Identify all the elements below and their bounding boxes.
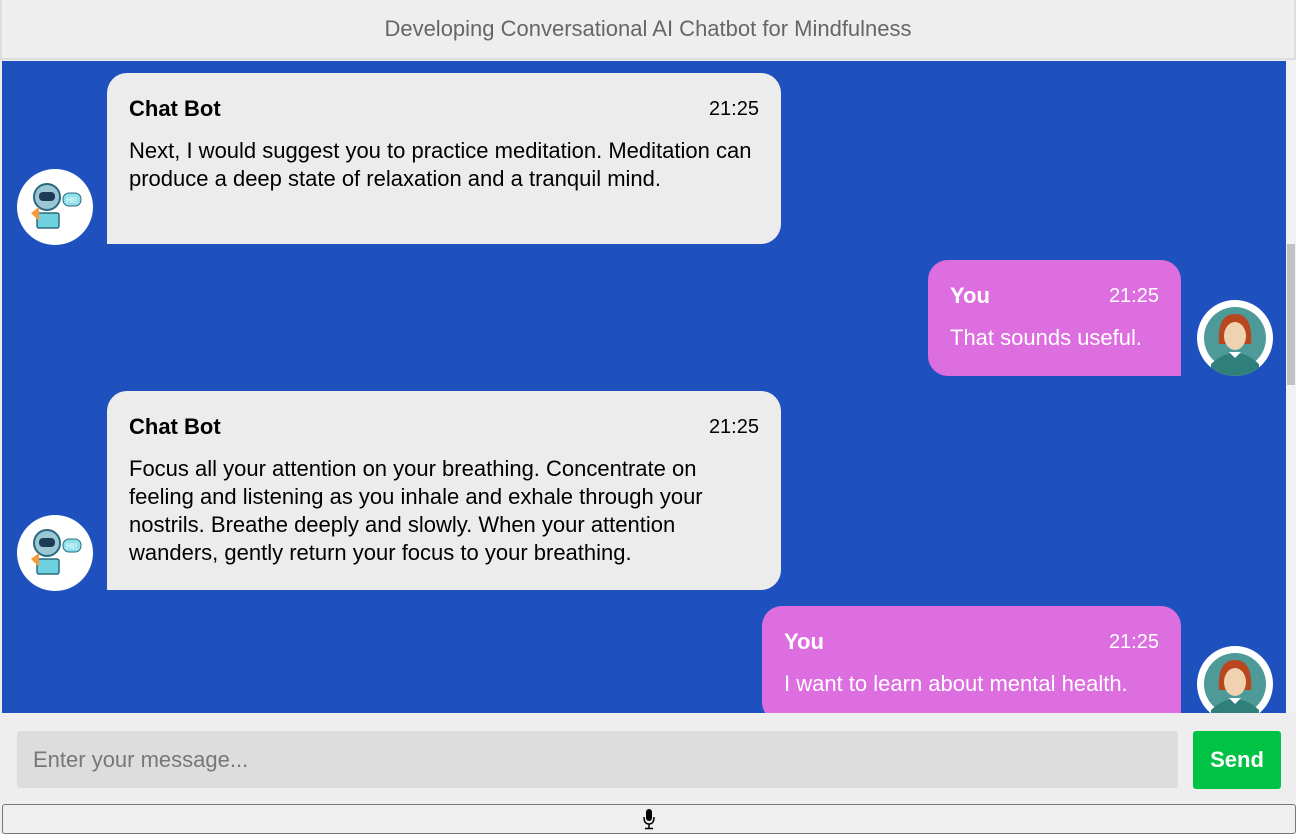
microphone-button[interactable]	[2, 804, 1296, 834]
bot-message: Chat Bot 21:25 Next, I would suggest you …	[107, 73, 781, 244]
robot-icon: HI!	[31, 529, 82, 575]
user-message: You 21:25 I want to learn about mental he…	[762, 606, 1181, 713]
svg-text:HI!: HI!	[66, 542, 78, 551]
message-time: 21:25	[708, 416, 759, 438]
chat-scrollbar[interactable]	[1286, 61, 1296, 713]
scrollbar-thumb[interactable]	[1287, 244, 1295, 385]
message-text: That sounds useful.	[950, 325, 1143, 350]
robot-icon: HI!	[31, 183, 82, 229]
app-header: Developing Conversational AI Chatbot for…	[0, 0, 1296, 60]
user-message: You 21:25 That sounds useful.	[928, 260, 1181, 376]
bot-avatar: HI!	[17, 169, 93, 245]
sender-name: You	[784, 629, 824, 654]
sender-name: You	[950, 283, 990, 308]
user-avatar	[1197, 300, 1273, 376]
user-avatar	[1197, 646, 1273, 713]
message-input[interactable]	[17, 731, 1178, 788]
bot-message: Chat Bot 21:25 Focus all your attention o…	[107, 391, 781, 590]
woman-icon	[1204, 307, 1266, 376]
message-text: I want to learn about mental health.	[784, 671, 1128, 696]
message-time: 21:25	[1108, 285, 1159, 307]
composer: Send	[0, 713, 1296, 834]
microphone-icon	[643, 809, 655, 830]
sender-name: Chat Bot	[129, 96, 221, 121]
message-text: Focus all your attention on your breathi…	[129, 456, 703, 565]
svg-text:HI!: HI!	[66, 196, 78, 205]
send-button[interactable]: Send	[1193, 731, 1281, 789]
bot-avatar: HI!	[17, 515, 93, 591]
woman-icon	[1204, 653, 1266, 713]
message-text: Next, I would suggest you to practice me…	[129, 138, 752, 191]
message-time: 21:25	[1108, 631, 1159, 653]
chat-area: HI! Chat Bot 21:25 Next, I would suggest …	[2, 61, 1286, 713]
sender-name: Chat Bot	[129, 414, 221, 439]
page-title: Developing Conversational AI Chatbot for…	[384, 16, 912, 41]
message-time: 21:25	[708, 98, 759, 120]
